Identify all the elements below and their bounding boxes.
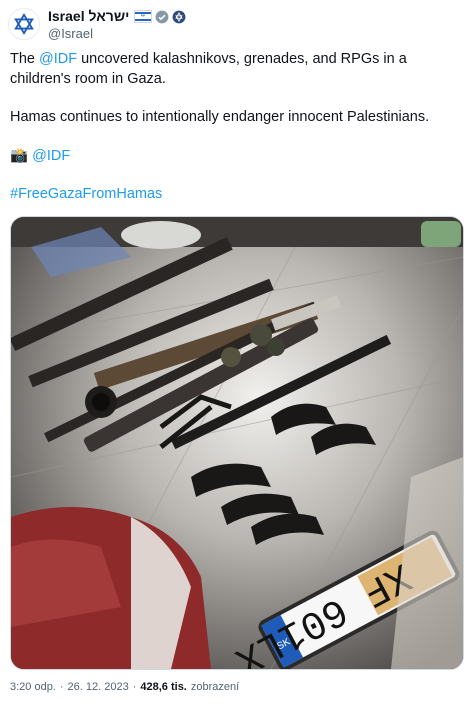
views-label: zobrazení <box>190 681 240 693</box>
credit-link[interactable]: @IDF <box>32 148 70 164</box>
tweet-header: Israel ישראל ✡ @Israel <box>8 6 464 42</box>
author-name-row: Israel ישראל ✡ <box>48 8 186 25</box>
israel-flag-icon: ✡ <box>134 10 153 23</box>
author-names: Israel ישראל ✡ @Israel <box>48 8 186 42</box>
meta-separator: · <box>59 681 64 693</box>
author-name[interactable]: Israel ישראל <box>48 8 129 25</box>
camera-icon: 📸 <box>10 147 29 164</box>
hashtag-link[interactable]: #FreeGazaFromHamas <box>10 186 162 202</box>
tweet-paragraph-3: 📸 @IDF <box>10 147 458 167</box>
tweet-paragraph-4: #FreeGazaFromHamas <box>10 185 458 205</box>
star-of-david-icon <box>14 13 34 35</box>
views-count: 428,6 tis. <box>140 681 187 693</box>
author-handle[interactable]: @Israel <box>48 26 186 42</box>
tweet-photo[interactable]: SK XF 601LX <box>10 216 464 670</box>
avatar[interactable] <box>8 8 40 40</box>
tweet-meta: 3:20 odp. · 26. 12. 2023 · 428,6 tis. zo… <box>10 681 239 693</box>
weapons-photo: SK XF 601LX <box>11 217 463 669</box>
tweet-text: The @IDF uncovered kalashnikovs, grenade… <box>10 50 458 205</box>
mention-link[interactable]: @IDF <box>39 51 77 67</box>
tweet-paragraph-2: Hamas continues to intentionally endange… <box>10 109 430 125</box>
tweet-time[interactable]: 3:20 odp. <box>10 681 56 693</box>
meta-separator: · <box>132 681 137 693</box>
government-emblem-icon[interactable] <box>172 10 186 24</box>
verified-badge-icon[interactable] <box>155 10 169 24</box>
tweet-paragraph-1: The @IDF uncovered kalashnikovs, grenade… <box>10 51 407 87</box>
tweet-date[interactable]: 26. 12. 2023 <box>68 681 129 693</box>
